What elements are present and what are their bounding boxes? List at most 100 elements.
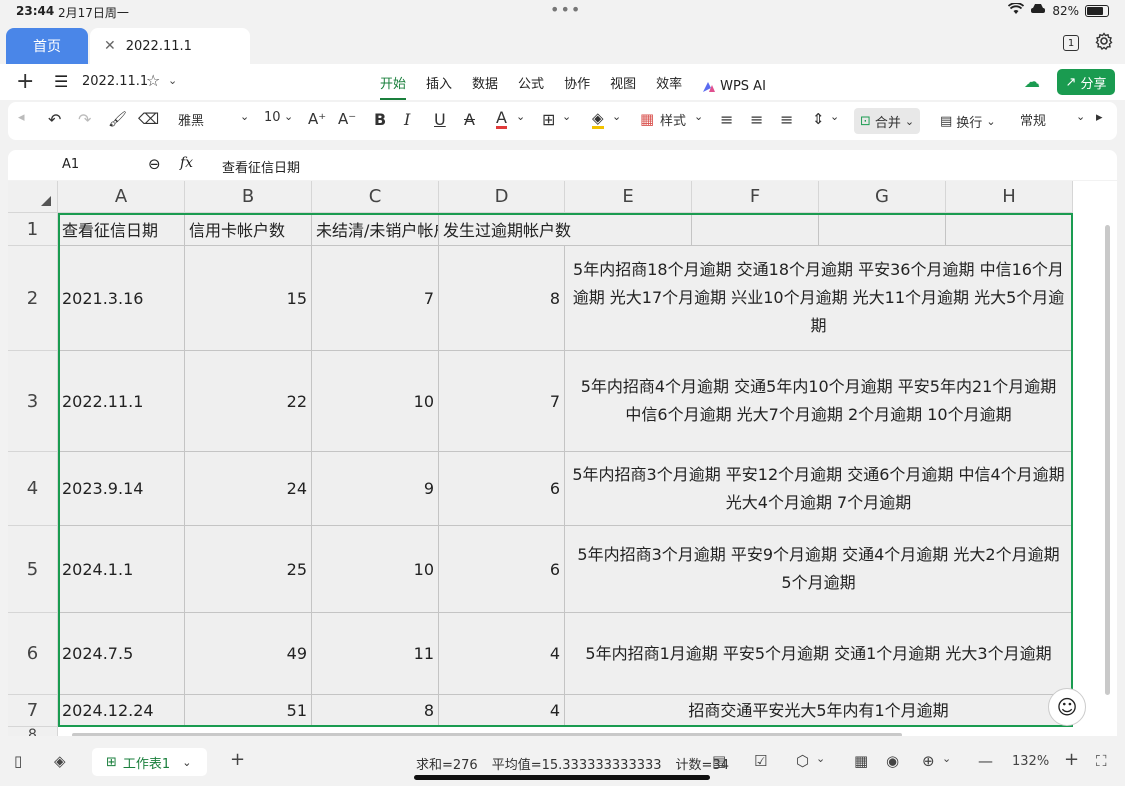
multitask-dots-icon[interactable]: ••• xyxy=(550,0,581,19)
row-header-1[interactable]: 1 xyxy=(8,213,58,246)
cell-c7[interactable]: 8 xyxy=(312,695,439,727)
cell-e6-merged[interactable]: 5年内招商1月逾期 平安5个月逾期 交通1个月逾期 光大3个月逾期 xyxy=(565,613,1073,695)
menu-collab[interactable]: 协作 xyxy=(564,73,590,100)
font-size-chevron-icon[interactable]: ⌄ xyxy=(284,110,293,123)
menu-hamburger-icon[interactable]: ☰ xyxy=(54,72,68,91)
vertical-scrollbar[interactable] xyxy=(1105,225,1110,695)
style-chevron-icon[interactable]: ⌄ xyxy=(694,110,703,123)
sheet-tab[interactable]: ⊞ 工作表1 ⌄ xyxy=(92,748,207,776)
font-color-chevron-icon[interactable]: ⌄ xyxy=(516,110,525,123)
horizontal-scrollbar[interactable] xyxy=(72,733,902,736)
share-link-chevron-icon[interactable]: ⌄ xyxy=(816,752,825,765)
zoom-level[interactable]: 132% xyxy=(1012,754,1049,769)
menu-view[interactable]: 视图 xyxy=(610,73,636,100)
cell-c5[interactable]: 10 xyxy=(312,526,439,613)
tab-file[interactable]: ✕ 2022.11.1 xyxy=(90,28,250,64)
fill-color-icon[interactable]: ◈ xyxy=(592,110,604,129)
style-icon[interactable]: ▦ xyxy=(640,110,654,128)
zoom-out-icon[interactable]: — xyxy=(978,752,993,770)
cell-d6[interactable]: 4 xyxy=(439,613,565,695)
col-header-e[interactable]: E xyxy=(565,181,692,213)
tab-home[interactable]: 首页 xyxy=(6,28,88,64)
cell-h1[interactable] xyxy=(946,213,1073,246)
row-header-6[interactable]: 6 xyxy=(8,613,58,695)
fx-icon[interactable]: fx xyxy=(180,155,193,171)
window-count-icon[interactable]: 1 xyxy=(1063,35,1079,51)
scroll-left-icon[interactable]: ◂ xyxy=(18,110,25,125)
menu-data[interactable]: 数据 xyxy=(472,73,498,100)
style-button[interactable]: 样式 xyxy=(660,110,686,129)
cell-e7-merged[interactable]: 招商交通平安光大5年内有1个月逾期 xyxy=(565,695,1073,727)
cell-d5[interactable]: 6 xyxy=(439,526,565,613)
menu-efficiency[interactable]: 效率 xyxy=(656,73,682,100)
font-chevron-icon[interactable]: ⌄ xyxy=(240,110,249,123)
cell-a6[interactable]: 2024.7.5 xyxy=(58,613,185,695)
menu-formula[interactable]: 公式 xyxy=(518,73,544,100)
borders-chevron-icon[interactable]: ⌄ xyxy=(562,110,571,123)
font-color-icon[interactable]: A xyxy=(496,110,507,129)
cell-e2-merged[interactable]: 5年内招商18个月逾期 交通18个月逾期 平安36个月逾期 中信16个月逾期 光… xyxy=(565,246,1073,351)
cell-g1[interactable] xyxy=(819,213,946,246)
scroll-right-icon[interactable]: ▸ xyxy=(1096,110,1103,125)
layers-icon[interactable]: ◈ xyxy=(54,752,66,770)
layout-icon[interactable]: ⊕ xyxy=(922,752,935,770)
row-header-8[interactable]: 8 xyxy=(8,727,58,736)
freeze-panes-icon[interactable]: ▦ xyxy=(854,752,868,770)
share-button[interactable]: ↗ 分享 xyxy=(1057,69,1115,95)
cell-d3[interactable]: 7 xyxy=(439,351,565,452)
format-painter-icon[interactable]: 🖌 xyxy=(108,110,127,128)
cell-a7[interactable]: 2024.12.24 xyxy=(58,695,185,727)
assistant-avatar-icon[interactable]: ☺ xyxy=(1048,688,1086,726)
col-header-a[interactable]: A xyxy=(58,181,185,213)
vertical-align-chevron-icon[interactable]: ⌄ xyxy=(830,110,839,123)
cell-b7[interactable]: 51 xyxy=(185,695,312,727)
cell-a1[interactable]: 查看征信日期 xyxy=(58,213,185,246)
cell-b2[interactable]: 15 xyxy=(185,246,312,351)
font-select[interactable]: 雅黑 xyxy=(178,110,204,129)
check-icon[interactable]: ☑ xyxy=(754,752,767,770)
cell-c6[interactable]: 11 xyxy=(312,613,439,695)
row-header-3[interactable]: 3 xyxy=(8,351,58,452)
add-sheet-icon[interactable]: + xyxy=(230,749,245,770)
cell-c3[interactable]: 10 xyxy=(312,351,439,452)
row-header-4[interactable]: 4 xyxy=(8,452,58,526)
cell-d1[interactable]: 发生过逾期帐户数 xyxy=(439,213,692,246)
eraser-icon[interactable]: ⌫ xyxy=(138,110,159,128)
col-header-f[interactable]: F xyxy=(692,181,819,213)
cell-reference[interactable]: A1 xyxy=(62,157,79,172)
number-format-chevron-icon[interactable]: ⌄ xyxy=(1076,110,1085,123)
sidebar-toggle-icon[interactable]: ▯ xyxy=(14,752,22,770)
cell-a5[interactable]: 2024.1.1 xyxy=(58,526,185,613)
row-header-2[interactable]: 2 xyxy=(8,246,58,351)
wrap-button[interactable]: ▤ 换行 ⌄ xyxy=(934,108,1002,134)
menu-insert[interactable]: 插入 xyxy=(426,73,452,100)
cell-d7[interactable]: 4 xyxy=(439,695,565,727)
decrease-font-icon[interactable]: A⁻ xyxy=(338,110,356,128)
cell-a3[interactable]: 2022.11.1 xyxy=(58,351,185,452)
cell-c1[interactable]: 未结清/未销户帐户数 xyxy=(312,213,439,246)
undo-icon[interactable]: ↶ xyxy=(48,110,61,129)
cell-f1[interactable] xyxy=(692,213,819,246)
cell-b3[interactable]: 22 xyxy=(185,351,312,452)
favorite-star-icon[interactable]: ☆ xyxy=(146,71,160,90)
select-all-corner[interactable] xyxy=(8,181,58,213)
zoom-in-icon[interactable]: + xyxy=(1064,749,1079,770)
fill-chevron-icon[interactable]: ⌄ xyxy=(612,110,621,123)
strikethrough-icon[interactable]: A xyxy=(464,110,475,129)
cell-d4[interactable]: 6 xyxy=(439,452,565,526)
cell-c4[interactable]: 9 xyxy=(312,452,439,526)
col-header-b[interactable]: B xyxy=(185,181,312,213)
underline-icon[interactable]: U xyxy=(434,110,446,129)
number-format-select[interactable]: 常规 xyxy=(1020,110,1046,129)
settings-gear-icon[interactable] xyxy=(1095,32,1113,54)
formula-input[interactable]: 查看征信日期 xyxy=(222,157,300,176)
col-header-c[interactable]: C xyxy=(312,181,439,213)
row-header-5[interactable]: 5 xyxy=(8,526,58,613)
align-left-icon[interactable]: ≡ xyxy=(720,110,733,129)
layout-chevron-icon[interactable]: ⌄ xyxy=(942,752,951,765)
menu-wps-ai[interactable]: WPS AI xyxy=(702,73,766,100)
close-tab-icon[interactable]: ✕ xyxy=(104,38,116,54)
cell-b5[interactable]: 25 xyxy=(185,526,312,613)
share-link-icon[interactable]: ⬡ xyxy=(796,752,809,770)
cell-b4[interactable]: 24 xyxy=(185,452,312,526)
